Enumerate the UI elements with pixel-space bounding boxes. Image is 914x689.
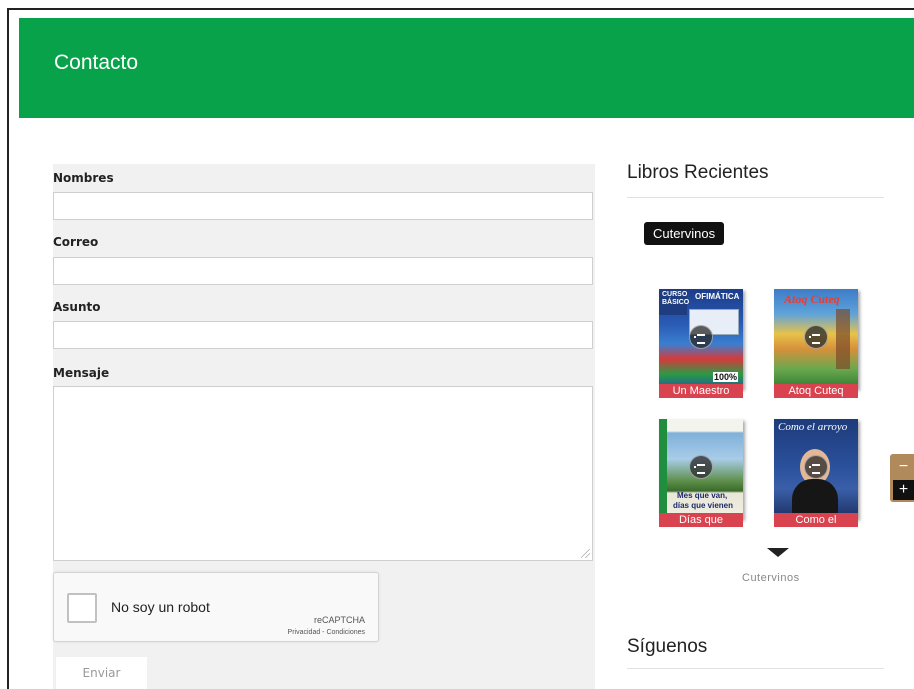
book-cover-text: 100% <box>713 372 739 382</box>
label-tag[interactable]: Cutervinos <box>644 222 725 245</box>
email-input[interactable] <box>53 257 593 285</box>
resize-handle-icon[interactable] <box>581 549 590 558</box>
zoom-out-button[interactable]: − <box>893 457 914 477</box>
divider <box>627 197 884 198</box>
book-caption[interactable]: Como el <box>774 513 858 527</box>
book-cover-text: BÁSICO <box>662 299 690 306</box>
menu-icon[interactable] <box>689 455 713 479</box>
zoom-control: − + <box>890 454 914 502</box>
subject-label: Asunto <box>53 300 101 314</box>
divider <box>627 668 884 669</box>
book-caption[interactable]: Un Maestro <box>659 384 743 398</box>
recaptcha-checkbox[interactable] <box>67 593 97 623</box>
recaptcha-brand: reCAPTCHA <box>313 615 365 625</box>
subject-input[interactable] <box>53 321 593 349</box>
book-thumbnail[interactable]: Como el arroyo <box>774 419 858 519</box>
menu-icon[interactable] <box>689 325 713 349</box>
menu-icon[interactable] <box>804 455 828 479</box>
more-label-link[interactable]: Cutervinos <box>742 572 800 584</box>
email-label: Correo <box>53 235 99 249</box>
book-cover-text: Mes que van, <box>677 491 728 500</box>
recaptcha-widget: No soy un robot reCAPTCHA Privacidad - C… <box>53 572 379 642</box>
book-caption[interactable]: Días que <box>659 513 743 527</box>
book-thumbnail[interactable]: Atoq Cuteq <box>774 289 858 389</box>
book-thumbnail[interactable]: CURSO BÁSICO OFIMÁTICA 100% <box>659 289 743 389</box>
page-title: Contacto <box>54 51 139 74</box>
message-label: Mensaje <box>53 366 110 380</box>
recaptcha-links: Privacidad - Condiciones <box>288 629 365 636</box>
recent-books-title: Libros Recientes <box>627 162 769 183</box>
book-thumbnail[interactable]: Mes que van, días que vienen <box>659 419 743 519</box>
book-cover-text: Atoq Cuteq <box>784 292 840 306</box>
chevron-down-icon[interactable] <box>767 548 789 557</box>
name-label: Nombres <box>53 171 114 185</box>
book-cover-text: días que vienen <box>673 501 734 510</box>
submit-button[interactable]: Enviar <box>56 657 147 689</box>
name-input[interactable] <box>53 192 593 220</box>
menu-icon[interactable] <box>804 325 828 349</box>
recaptcha-privacy-link[interactable]: Privacidad <box>288 629 321 636</box>
book-caption[interactable]: Atoq Cuteq <box>774 384 858 398</box>
message-textarea[interactable] <box>53 386 593 561</box>
recaptcha-label: No soy un robot <box>111 599 210 615</box>
book-cover-text: Como el arroyo <box>778 421 848 433</box>
book-cover-text: OFIMÁTICA <box>695 292 740 301</box>
recaptcha-terms-link[interactable]: Condiciones <box>326 629 365 636</box>
book-cover-text: CURSO <box>662 291 688 298</box>
page-header: Contacto <box>19 18 914 118</box>
follow-us-title: Síguenos <box>627 636 708 657</box>
zoom-in-button[interactable]: + <box>893 480 914 500</box>
